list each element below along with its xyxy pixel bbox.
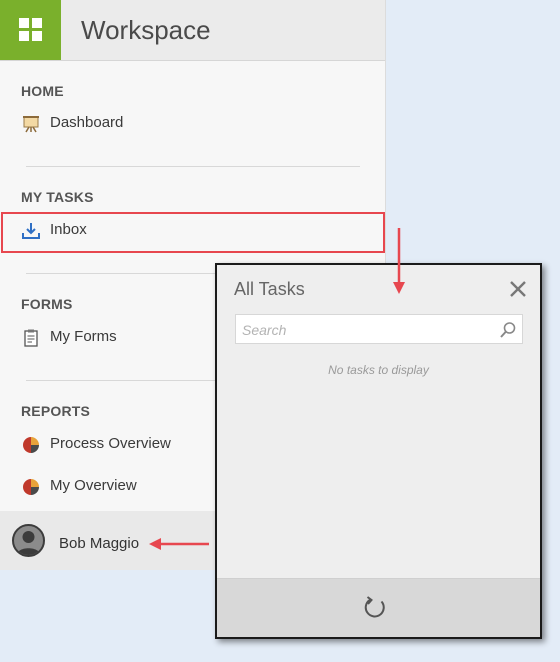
- pie-chart-icon: [23, 479, 39, 495]
- divider: [26, 166, 360, 167]
- nav-item-label: My Forms: [50, 328, 117, 345]
- search-box: [235, 314, 523, 344]
- section-heading-forms: FORMS: [21, 296, 73, 312]
- panel-footer: [217, 578, 540, 637]
- user-name: Bob Maggio: [59, 535, 140, 552]
- grid-apps-icon: [19, 18, 42, 41]
- nav-item-inbox[interactable]: Inbox: [2, 212, 383, 248]
- section-heading-home: HOME: [21, 83, 64, 99]
- panel-title: All Tasks: [234, 279, 305, 299]
- avatar: [12, 524, 45, 557]
- search-input[interactable]: [240, 319, 494, 341]
- refresh-icon[interactable]: [361, 594, 389, 622]
- pie-chart-icon: [23, 437, 39, 453]
- annotation-arrow-left: [149, 538, 209, 550]
- nav-item-label: Process Overview: [50, 435, 171, 452]
- nav-item-label: Inbox: [50, 221, 87, 238]
- nav-item-dashboard[interactable]: Dashboard: [2, 105, 383, 141]
- form-icon: [24, 329, 38, 347]
- all-tasks-panel: All Tasks No tasks to display: [215, 263, 542, 639]
- search-icon[interactable]: [499, 321, 517, 339]
- easel-icon: [23, 116, 39, 133]
- nav-item-label: Dashboard: [50, 114, 124, 131]
- section-heading-my-tasks: MY TASKS: [21, 189, 94, 205]
- section-heading-reports: REPORTS: [21, 403, 91, 419]
- user-silhouette-icon: [17, 531, 40, 555]
- nav-item-label: My Overview: [50, 477, 137, 494]
- annotation-arrow-down: [393, 228, 405, 294]
- app-title: Workspace: [81, 15, 211, 45]
- inbox-download-icon: [22, 223, 40, 239]
- empty-state-message: No tasks to display: [328, 363, 429, 377]
- app-logo[interactable]: [0, 0, 61, 60]
- close-icon[interactable]: [508, 279, 528, 299]
- app-header: Workspace: [0, 0, 385, 61]
